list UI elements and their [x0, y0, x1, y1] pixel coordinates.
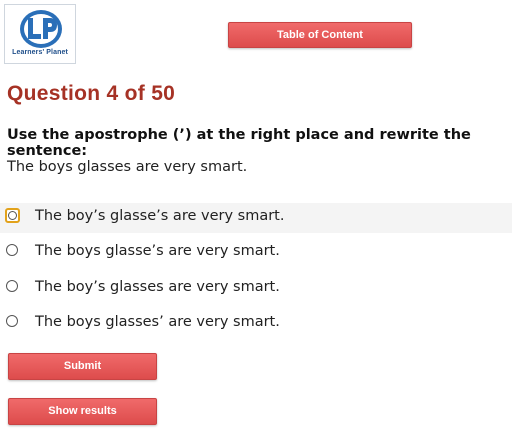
answer-option-1[interactable]: The boy’s glasse’s are very smart. — [0, 203, 512, 233]
answer-option-label: The boy’s glasses are very smart. — [35, 279, 280, 295]
learners-planet-logo: Learners' Planet — [4, 4, 76, 64]
radio-button-4[interactable] — [6, 315, 18, 327]
radio-button-3[interactable] — [6, 280, 18, 292]
answer-option-label: The boys glasse’s are very smart. — [35, 243, 280, 259]
show-results-button[interactable]: Show results — [8, 398, 157, 425]
question-sentence: The boys glasses are very smart. — [7, 159, 248, 175]
answer-option-4[interactable]: The boys glasses’ are very smart. — [0, 309, 512, 339]
radio-button-1[interactable] — [5, 208, 20, 223]
answer-option-2[interactable]: The boys glasse’s are very smart. — [0, 238, 512, 268]
radio-button-2[interactable] — [6, 244, 18, 256]
table-of-content-button[interactable]: Table of Content — [228, 22, 412, 48]
question-instruction: Use the apostrophe (’) at the right plac… — [7, 127, 471, 159]
answer-option-label: The boys glasses’ are very smart. — [35, 314, 280, 330]
lp-logo-icon — [20, 10, 62, 48]
logo-text: Learners' Planet — [12, 49, 68, 56]
answer-option-3[interactable]: The boy’s glasses are very smart. — [0, 274, 512, 304]
answer-option-label: The boy’s glasse’s are very smart. — [35, 208, 285, 224]
submit-button[interactable]: Submit — [8, 353, 157, 380]
question-title: Question 4 of 50 — [7, 82, 176, 105]
